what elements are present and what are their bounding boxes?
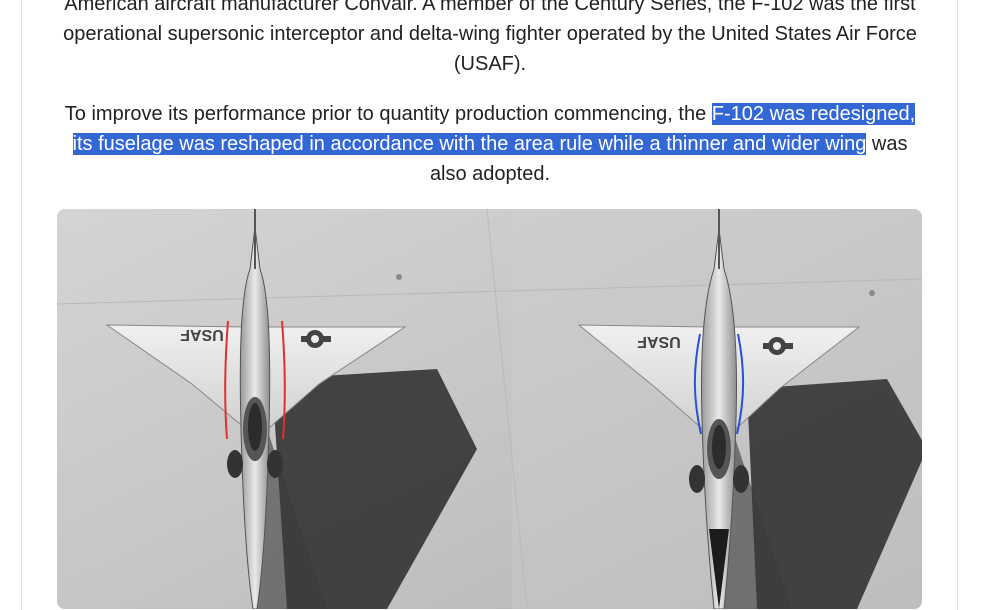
paragraph-line: also adopted. bbox=[429, 163, 551, 185]
paragraph-line: operational supersonic interceptor and d… bbox=[63, 23, 917, 45]
paragraph-redesign: To improve its performance prior to quan… bbox=[57, 99, 923, 189]
usaf-marking: USAF bbox=[180, 326, 224, 343]
paragraph-line: American aircraft manufacturer Convair. … bbox=[64, 0, 916, 15]
paragraph-text: To improve its performance prior to quan… bbox=[64, 103, 712, 125]
aircraft-comparison-image[interactable]: USAF USAF bbox=[57, 209, 922, 609]
usaf-marking: USAF bbox=[637, 333, 681, 350]
paragraph-intro: American aircraft manufacturer Convair. … bbox=[57, 0, 923, 79]
aircraft-photo: USAF USAF bbox=[57, 209, 922, 609]
paragraph-line: its fuselage was reshaped in accordance … bbox=[57, 129, 923, 159]
selected-text[interactable]: F-102 was redesigned, bbox=[711, 103, 916, 125]
paragraph-text: was bbox=[866, 133, 908, 155]
paragraph-line: (USAF). bbox=[453, 53, 527, 75]
paragraph-line: To improve its performance prior to quan… bbox=[57, 99, 923, 129]
selected-text[interactable]: its fuselage was reshaped in accordance … bbox=[72, 133, 867, 155]
